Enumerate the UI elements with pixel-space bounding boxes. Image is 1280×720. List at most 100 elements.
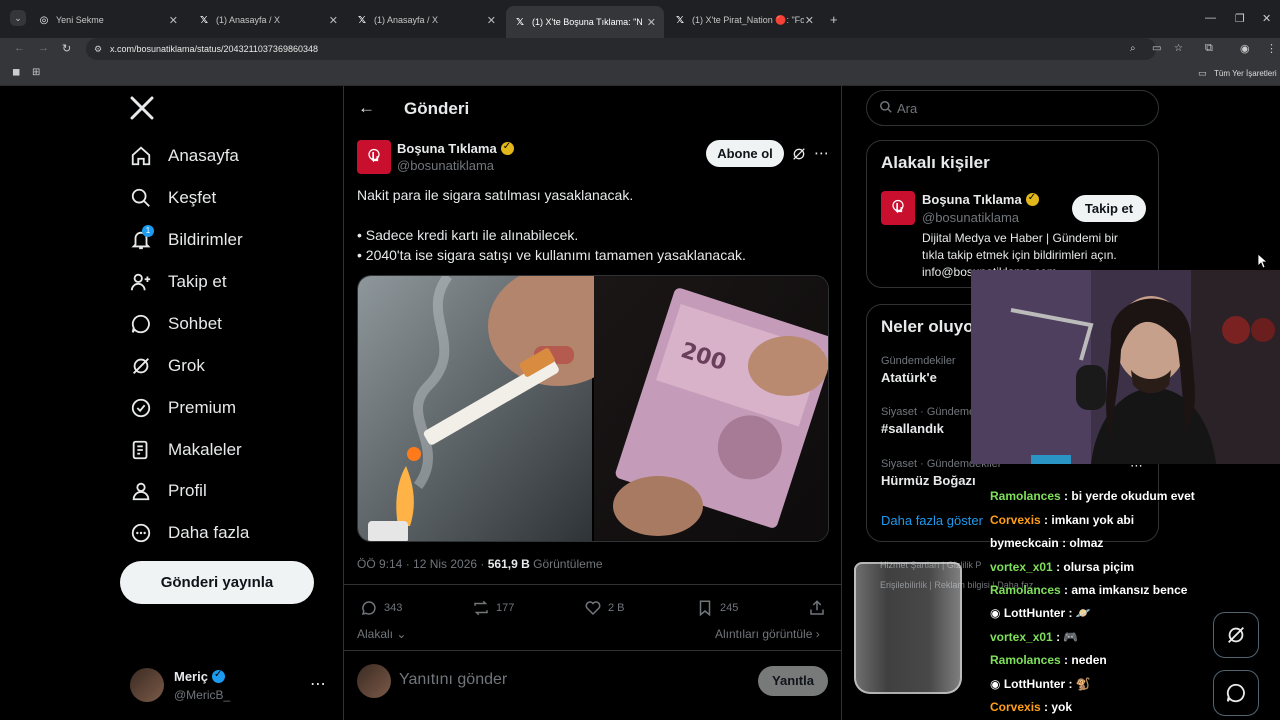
repost-count: 177: [496, 602, 515, 614]
tab-2[interactable]: 𝕏 (1) Anasayfa / X ✕: [348, 8, 504, 32]
account-switcher[interactable]: Meriç @MericB_ ⋯: [130, 668, 330, 708]
verified-badge-icon: [211, 669, 225, 683]
close-window-icon[interactable]: ✕: [1262, 12, 1271, 25]
nav-item-makaleler[interactable]: Makaleler: [130, 439, 242, 461]
close-icon[interactable]: ✕: [487, 14, 496, 27]
trend-item[interactable]: Gündemdekiler Atatürk'e: [881, 355, 956, 385]
chat-message: Corvexis : imkanı yok abi: [990, 513, 1134, 527]
show-more-link[interactable]: Daha fazla göster: [881, 513, 983, 528]
related-avatar[interactable]: [881, 191, 915, 225]
verified-gold-badge-icon: [500, 141, 514, 155]
close-icon[interactable]: ✕: [805, 14, 814, 27]
post-media[interactable]: 200: [357, 275, 829, 542]
more-options-icon[interactable]: ⋯: [310, 674, 326, 694]
reply-button[interactable]: Yanıtla: [758, 666, 828, 696]
tab-1[interactable]: 𝕏 (1) Anasayfa / X ✕: [190, 8, 346, 32]
chat-message: Ramolances : bi yerde okudum evet: [990, 489, 1195, 503]
nav-label: Premium: [168, 398, 237, 417]
post-button[interactable]: Gönderi yayınla: [120, 561, 314, 604]
nav-label: Profil: [168, 481, 207, 500]
chat-message: ◉ LottHunter : 🐒: [990, 677, 1091, 691]
nav-item-daha-fazla[interactable]: Daha fazla: [130, 522, 249, 544]
nav-label: Daha fazla: [168, 523, 250, 542]
address-bar[interactable]: ⚙ x.com/bosunatiklama/status/20432110373…: [86, 38, 1183, 60]
quotes-label: Alıntıları görüntüle: [715, 627, 813, 641]
related-bio-line: Dijital Medya ve Haber | Gündemi bir: [922, 231, 1118, 245]
back-arrow-icon[interactable]: ←: [358, 98, 375, 118]
nav-label: Takip et: [168, 272, 227, 291]
close-icon[interactable]: ✕: [169, 14, 178, 27]
x-logo-icon: 𝕏: [357, 14, 367, 26]
nav-item-bildirimler[interactable]: 1 Bildirimler: [130, 225, 243, 251]
related-handle[interactable]: @bosunatiklama: [922, 210, 1019, 225]
more-options-icon[interactable]: ⋯: [1130, 458, 1143, 474]
close-icon[interactable]: ✕: [329, 14, 338, 27]
profile-icon[interactable]: ◉: [1240, 42, 1250, 55]
trend-item[interactable]: Siyaset · Gündeme #sallandık: [881, 406, 975, 436]
reply-input[interactable]: Yanıtını gönder: [399, 671, 507, 689]
chat-message: ◉ LottHunter : 🪐: [990, 606, 1091, 620]
nav-item-premium[interactable]: Premium: [130, 397, 236, 419]
mouse-cursor-icon: [1257, 253, 1269, 273]
bookmark-star-icon[interactable]: ☆: [1174, 38, 1183, 60]
reply-action[interactable]: 343: [360, 599, 402, 617]
nav-item-grok[interactable]: Grok: [130, 355, 205, 377]
main-column: ← Gönderi Boşuna Tıklama @bosunatiklama …: [343, 86, 842, 720]
site-info-icon[interactable]: ⚙: [94, 38, 102, 60]
related-name[interactable]: Boşuna Tıklama: [922, 192, 1022, 207]
tab-4[interactable]: 𝕏 (1) X'te Pirat_Nation 🔴: "Form ✕: [666, 8, 822, 32]
like-count: 2 B: [608, 602, 625, 614]
search-icon: [130, 187, 152, 209]
left-sidebar: Anasayfa Keşfet 1 Bildirimler Takip et S…: [120, 88, 340, 720]
follow-button[interactable]: Takip et: [1072, 195, 1146, 222]
author-avatar[interactable]: [357, 140, 391, 174]
new-tab-icon[interactable]: +: [830, 12, 838, 27]
author-name[interactable]: Boşuna Tıklama: [397, 141, 497, 156]
grok-explain-icon[interactable]: [791, 146, 807, 167]
page-title: Gönderi: [404, 99, 470, 118]
tab-title: (1) Anasayfa / X: [374, 15, 439, 25]
chat-username: bymeckcain: [990, 536, 1059, 550]
author-handle[interactable]: @bosunatiklama: [397, 158, 494, 173]
search-box[interactable]: Ara: [866, 90, 1159, 126]
zoom-icon[interactable]: ⌕: [1130, 38, 1136, 60]
reload-icon[interactable]: ↻: [62, 42, 71, 55]
post-time[interactable]: ÖÖ 9:14 · 12 Nis 2026 ·: [357, 557, 484, 571]
related-bio-line: tıkla takip etmek için bildirimleri açın…: [922, 248, 1117, 262]
nav-item-kesfet[interactable]: Keşfet: [130, 187, 216, 209]
chat-username: Corvexis: [990, 513, 1041, 527]
nav-item-anasayfa[interactable]: Anasayfa: [130, 145, 239, 167]
bookmark-action[interactable]: 245: [696, 599, 738, 617]
x-logo-icon[interactable]: [130, 96, 156, 122]
messages-fab-button[interactable]: [1213, 670, 1259, 716]
close-icon[interactable]: ✕: [647, 16, 656, 29]
grok-fab-button[interactable]: [1213, 612, 1259, 658]
back-icon[interactable]: ←: [14, 42, 25, 54]
related-dropdown[interactable]: Alakalı ⌄: [357, 627, 406, 641]
tab-3-active[interactable]: 𝕏 (1) X'te Boşuna Tıklama: "Nakit ✕: [506, 6, 664, 38]
like-action[interactable]: 2 B: [584, 599, 625, 617]
more-options-icon[interactable]: ⋯: [814, 144, 829, 162]
share-icon[interactable]: [808, 599, 826, 622]
account-handle: @MericB_: [174, 688, 231, 702]
app-icon[interactable]: ◼: [12, 67, 20, 78]
view-quotes-link[interactable]: Alıntıları görüntüle ›: [715, 627, 820, 641]
extensions-icon[interactable]: ⧉: [1205, 42, 1213, 55]
cast-icon[interactable]: ▭: [1152, 38, 1161, 60]
maximize-icon[interactable]: ❐: [1235, 12, 1245, 25]
tab-search-icon[interactable]: ⌄: [10, 10, 26, 26]
nav-item-profil[interactable]: Profil: [130, 480, 207, 502]
forward-icon[interactable]: →: [38, 42, 49, 54]
all-bookmarks-link[interactable]: Tüm Yer İşaretleri: [1214, 69, 1277, 78]
minimize-icon[interactable]: —: [1205, 12, 1216, 24]
menu-icon[interactable]: ⋮: [1266, 42, 1277, 55]
bookmarks-bar: ◼ ⊞ ▭ Tüm Yer İşaretleri: [0, 62, 1280, 86]
apps-grid-icon[interactable]: ⊞: [32, 67, 40, 78]
nav-item-sohbet[interactable]: Sohbet: [130, 313, 222, 335]
tab-0[interactable]: ◎ Yeni Sekme ✕: [30, 8, 186, 32]
repost-action[interactable]: 177: [472, 599, 514, 617]
click-hand-icon: [368, 148, 380, 163]
subscribe-button[interactable]: Abone ol: [706, 140, 784, 167]
chat-text: : 🐒: [1068, 677, 1091, 691]
nav-item-takip-et[interactable]: Takip et: [130, 271, 227, 293]
